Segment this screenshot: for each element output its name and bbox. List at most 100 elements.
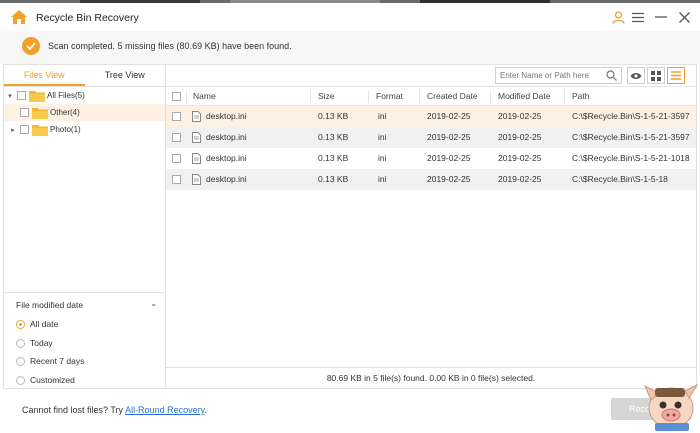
cell-format: ini <box>378 153 387 163</box>
tree-item-photo[interactable]: ▸ Photo(1) <box>4 121 165 138</box>
column-name[interactable]: Name <box>193 87 216 105</box>
column-path[interactable]: Path <box>572 87 590 105</box>
select-all-checkbox[interactable] <box>172 92 181 101</box>
radio[interactable] <box>16 356 25 366</box>
minimize-icon[interactable] <box>653 9 669 25</box>
chevron-down-icon[interactable]: ▾ <box>6 92 14 100</box>
cell-name: desktop.ini <box>206 153 247 163</box>
cell-path: C:\$Recycle.Bin\S-1-5-18 <box>572 174 668 184</box>
grid-icon <box>651 70 661 81</box>
cell-created-date: 2019-02-25 <box>427 111 471 121</box>
cell-created-date: 2019-02-25 <box>427 174 471 184</box>
filter-option-label: Today <box>30 338 53 348</box>
sidebar: Files View Tree View ▾ All Files(5) Othe… <box>4 65 166 388</box>
tree-item-label: All Files(5) <box>47 91 85 100</box>
cell-modified-date: 2019-02-25 <box>498 111 542 121</box>
filter-option-recent-7-days[interactable]: Recent 7 days <box>16 356 84 366</box>
cell-created-date: 2019-02-25 <box>427 132 471 142</box>
file-icon <box>192 132 201 143</box>
column-format[interactable]: Format <box>376 87 403 105</box>
column-modified-date[interactable]: Modified Date <box>498 87 550 105</box>
table-row[interactable]: desktop.ini 0.13 KB ini 2019-02-25 2019-… <box>166 106 696 127</box>
cell-name: desktop.ini <box>206 174 247 184</box>
file-list-panel: Name Size Format Created Date Modified D… <box>166 65 696 388</box>
row-checkbox[interactable] <box>172 133 181 142</box>
file-icon <box>192 174 201 185</box>
title-bar: Recycle Bin Recovery <box>0 3 700 31</box>
tree-item-other[interactable]: Other(4) <box>4 104 165 121</box>
cell-format: ini <box>378 111 387 121</box>
cell-path: C:\$Recycle.Bin\S-1-5-21-3597 <box>572 111 690 121</box>
cell-created-date: 2019-02-25 <box>427 153 471 163</box>
file-icon <box>192 111 201 122</box>
search-icon[interactable] <box>606 70 617 81</box>
tab-files-view[interactable]: Files View <box>4 65 85 86</box>
table-header: Name Size Format Created Date Modified D… <box>166 86 696 106</box>
filter-option-label: Recent 7 days <box>30 356 85 366</box>
folder-icon <box>29 90 45 102</box>
home-icon <box>10 9 28 25</box>
date-filter: File modified date ⌄ All date Today Rece… <box>4 292 165 388</box>
folder-icon <box>32 124 48 136</box>
cell-modified-date: 2019-02-25 <box>498 132 542 142</box>
eye-icon <box>630 72 642 79</box>
column-size[interactable]: Size <box>318 87 335 105</box>
cell-name: desktop.ini <box>206 111 247 121</box>
filter-option-all-date[interactable]: All date <box>16 319 58 329</box>
cell-size: 0.13 KB <box>318 153 349 163</box>
cell-modified-date: 2019-02-25 <box>498 153 542 163</box>
tree-item-all-files[interactable]: ▾ All Files(5) <box>4 87 165 104</box>
filter-option-customized[interactable]: Customized <box>16 375 75 385</box>
all-round-recovery-link[interactable]: All-Round Recovery <box>125 405 204 415</box>
checkbox[interactable] <box>20 108 29 117</box>
checkbox[interactable] <box>17 91 26 100</box>
check-circle-icon <box>22 37 40 55</box>
menu-icon[interactable] <box>630 9 646 25</box>
table-row[interactable]: desktop.ini 0.13 KB ini 2019-02-25 2019-… <box>166 127 696 148</box>
tree-item-label: Other(4) <box>50 108 80 117</box>
list-icon <box>671 71 681 80</box>
user-icon[interactable] <box>610 9 626 25</box>
main-panel: Files View Tree View ▾ All Files(5) Othe… <box>3 64 697 389</box>
bottom-bar: Cannot find lost files? Try All-Round Re… <box>0 389 700 433</box>
filter-heading: File modified date <box>16 300 84 310</box>
status-message: Scan completed. 5 missing files (80.69 K… <box>48 41 292 51</box>
sidebar-tabs: Files View Tree View <box>4 65 165 87</box>
filter-option-label: Customized <box>30 375 75 385</box>
list-view-button[interactable] <box>667 67 685 84</box>
app-title: Recycle Bin Recovery <box>36 12 139 24</box>
folder-tree: ▾ All Files(5) Other(4) ▸ Photo(1) <box>4 87 165 138</box>
file-icon <box>192 153 201 164</box>
grid-view-button[interactable] <box>647 67 665 84</box>
radio[interactable] <box>16 375 25 385</box>
preview-button[interactable] <box>627 67 645 84</box>
radio[interactable] <box>16 338 25 348</box>
filter-option-label: All date <box>30 319 59 329</box>
lost-files-prompt: Cannot find lost files? Try All-Round Re… <box>22 405 207 415</box>
chevron-down-icon[interactable]: ⌄ <box>150 299 157 308</box>
table-row[interactable]: desktop.ini 0.13 KB ini 2019-02-25 2019-… <box>166 148 696 169</box>
row-checkbox[interactable] <box>172 154 181 163</box>
checkbox[interactable] <box>20 125 29 134</box>
column-created-date[interactable]: Created Date <box>427 87 478 105</box>
cell-format: ini <box>378 174 387 184</box>
tab-tree-view[interactable]: Tree View <box>85 65 166 86</box>
cell-path: C:\$Recycle.Bin\S-1-5-21-1018 <box>572 153 690 163</box>
cell-modified-date: 2019-02-25 <box>498 174 542 184</box>
cell-size: 0.13 KB <box>318 174 349 184</box>
row-checkbox[interactable] <box>172 175 181 184</box>
table-row[interactable]: desktop.ini 0.13 KB ini 2019-02-25 2019-… <box>166 169 696 190</box>
folder-icon <box>32 107 48 119</box>
cell-size: 0.13 KB <box>318 111 349 121</box>
filter-option-today[interactable]: Today <box>16 338 53 348</box>
tree-item-label: Photo(1) <box>50 125 81 134</box>
radio-selected[interactable] <box>16 319 25 329</box>
chevron-right-icon[interactable]: ▸ <box>9 126 17 134</box>
row-checkbox[interactable] <box>172 112 181 121</box>
cell-size: 0.13 KB <box>318 132 349 142</box>
search-input[interactable] <box>495 67 622 84</box>
close-icon[interactable] <box>676 9 692 25</box>
cell-format: ini <box>378 132 387 142</box>
mascot-watermark-icon <box>644 383 699 431</box>
scan-status-bar: Scan completed. 5 missing files (80.69 K… <box>0 31 700 64</box>
